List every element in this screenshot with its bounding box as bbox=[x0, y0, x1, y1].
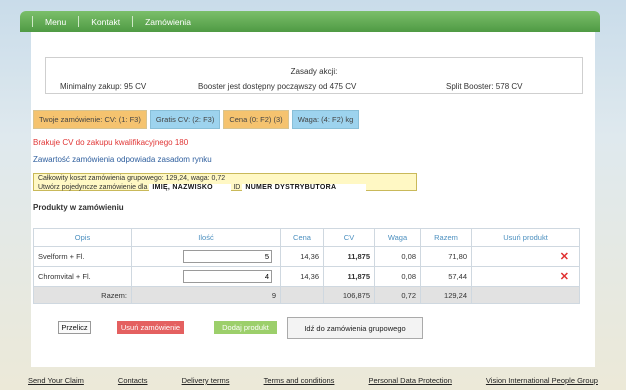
add-product-button[interactable]: Dodaj produkt bbox=[214, 321, 277, 334]
col-weight: Waga bbox=[374, 228, 421, 247]
order-summary-tabs: Twoje zamówienie: CV: (1: F3) Gratis CV:… bbox=[33, 110, 360, 129]
main-panel: Zasady akcji: Minimalny zakup: 95 CV Boo… bbox=[31, 32, 595, 367]
tab-order-cv[interactable]: Twoje zamówienie: CV: (1: F3) bbox=[33, 110, 147, 129]
tab-price[interactable]: Cena (0: F2) (3) bbox=[223, 110, 289, 129]
nav-item-zamowienia[interactable]: Zamówienia bbox=[145, 17, 191, 27]
table-header-row: Opis Ilość Cena CV Waga Razem Usuń produ… bbox=[33, 228, 580, 247]
id-label: ID bbox=[233, 183, 241, 191]
missing-cv-message: Brakuje CV do zakupu kwalifikacyjnego 18… bbox=[33, 138, 189, 147]
name-field[interactable]: IMIĘ, NAZWISKO bbox=[149, 183, 232, 192]
col-cv: CV bbox=[323, 228, 375, 247]
footer-link-terms[interactable]: Terms and conditions bbox=[264, 376, 335, 390]
delete-icon[interactable]: ✕ bbox=[560, 251, 569, 263]
total-label: Razem: bbox=[33, 286, 132, 304]
nav-separator bbox=[132, 16, 134, 27]
nav-item-menu[interactable]: Menu bbox=[45, 17, 66, 27]
rule-booster: Booster jest dostępny począwszy od 475 C… bbox=[198, 82, 357, 91]
footer-link-claim[interactable]: Send Your Claim bbox=[28, 376, 84, 390]
nav-item-kontakt[interactable]: Kontakt bbox=[91, 17, 120, 27]
delete-icon[interactable]: ✕ bbox=[560, 271, 569, 283]
row-description: Chromvital + Fl. bbox=[33, 266, 132, 287]
row-weight: 0,08 bbox=[374, 266, 421, 287]
delete-order-button[interactable]: Usuń zamówienie bbox=[117, 321, 184, 334]
tab-weight[interactable]: Waga: (4: F2) kg bbox=[291, 110, 360, 129]
top-navigation: Menu Kontakt Zamówienia bbox=[20, 11, 600, 32]
col-remove: Usuń produkt bbox=[471, 228, 580, 247]
action-rules-box: Zasady akcji: Minimalny zakup: 95 CV Boo… bbox=[45, 57, 583, 94]
row-price: 14,36 bbox=[280, 266, 324, 287]
row-total: 71,80 bbox=[420, 246, 472, 267]
row-cv: 11,875 bbox=[323, 266, 375, 287]
tab-gratis-cv[interactable]: Gratis CV: (2: F3) bbox=[149, 110, 221, 129]
total-sum: 129,24 bbox=[420, 286, 472, 304]
nav-separator bbox=[78, 16, 80, 27]
total-qty: 9 bbox=[131, 286, 281, 304]
group-order-button[interactable]: Idź do zamówienia grupowego bbox=[287, 317, 423, 339]
quantity-input[interactable] bbox=[183, 270, 272, 283]
col-total: Razem bbox=[420, 228, 472, 247]
col-quantity: Ilość bbox=[131, 228, 281, 247]
row-description: Svelform + Fl. bbox=[33, 246, 132, 267]
rules-title: Zasady akcji: bbox=[290, 67, 338, 76]
total-cv: 106,875 bbox=[323, 286, 375, 304]
table-row: Svelform + Fl. 14,36 11,875 0,08 71,80 ✕ bbox=[33, 246, 580, 267]
row-price: 14,36 bbox=[280, 246, 324, 267]
quantity-input[interactable] bbox=[183, 250, 272, 263]
footer-links: Send Your Claim Contacts Delivery terms … bbox=[0, 376, 626, 390]
row-total: 57,44 bbox=[420, 266, 472, 287]
col-description: Opis bbox=[33, 228, 132, 247]
footer-link-contacts[interactable]: Contacts bbox=[118, 376, 148, 390]
row-weight: 0,08 bbox=[374, 246, 421, 267]
table-row: Chromvital + Fl. 14,36 11,875 0,08 57,44… bbox=[33, 266, 580, 287]
compliance-message: Zawartość zamówienia odpowiada zasadom r… bbox=[33, 155, 212, 164]
products-title: Produkty w zamówieniu bbox=[33, 203, 124, 212]
footer-link-delivery[interactable]: Delivery terms bbox=[182, 376, 230, 390]
rule-split-booster: Split Booster: 578 CV bbox=[446, 82, 523, 91]
total-weight: 0,72 bbox=[374, 286, 421, 304]
row-cv: 11,875 bbox=[323, 246, 375, 267]
distributor-id-field[interactable]: NUMER DYSTRYBUTORA bbox=[242, 183, 367, 192]
recalculate-button[interactable]: Przelicz bbox=[58, 321, 91, 334]
cart-create-label: Utwórz pojedyncze zamówienie dla bbox=[38, 183, 148, 191]
footer-link-vision[interactable]: Vision International People Group bbox=[486, 376, 598, 390]
col-price: Cena bbox=[280, 228, 324, 247]
cart-total-text: Całkowity koszt zamówienia grupowego: 12… bbox=[38, 175, 226, 182]
rule-min-purchase: Minimalny zakup: 95 CV bbox=[60, 82, 147, 91]
nav-separator bbox=[32, 16, 33, 27]
footer-link-data-protection[interactable]: Personal Data Protection bbox=[368, 376, 451, 390]
table-total-row: Razem: 9 106,875 0,72 129,24 bbox=[33, 286, 580, 304]
products-table: Opis Ilość Cena CV Waga Razem Usuń produ… bbox=[33, 228, 580, 304]
group-cart-box: Całkowity koszt zamówienia grupowego: 12… bbox=[33, 173, 417, 192]
